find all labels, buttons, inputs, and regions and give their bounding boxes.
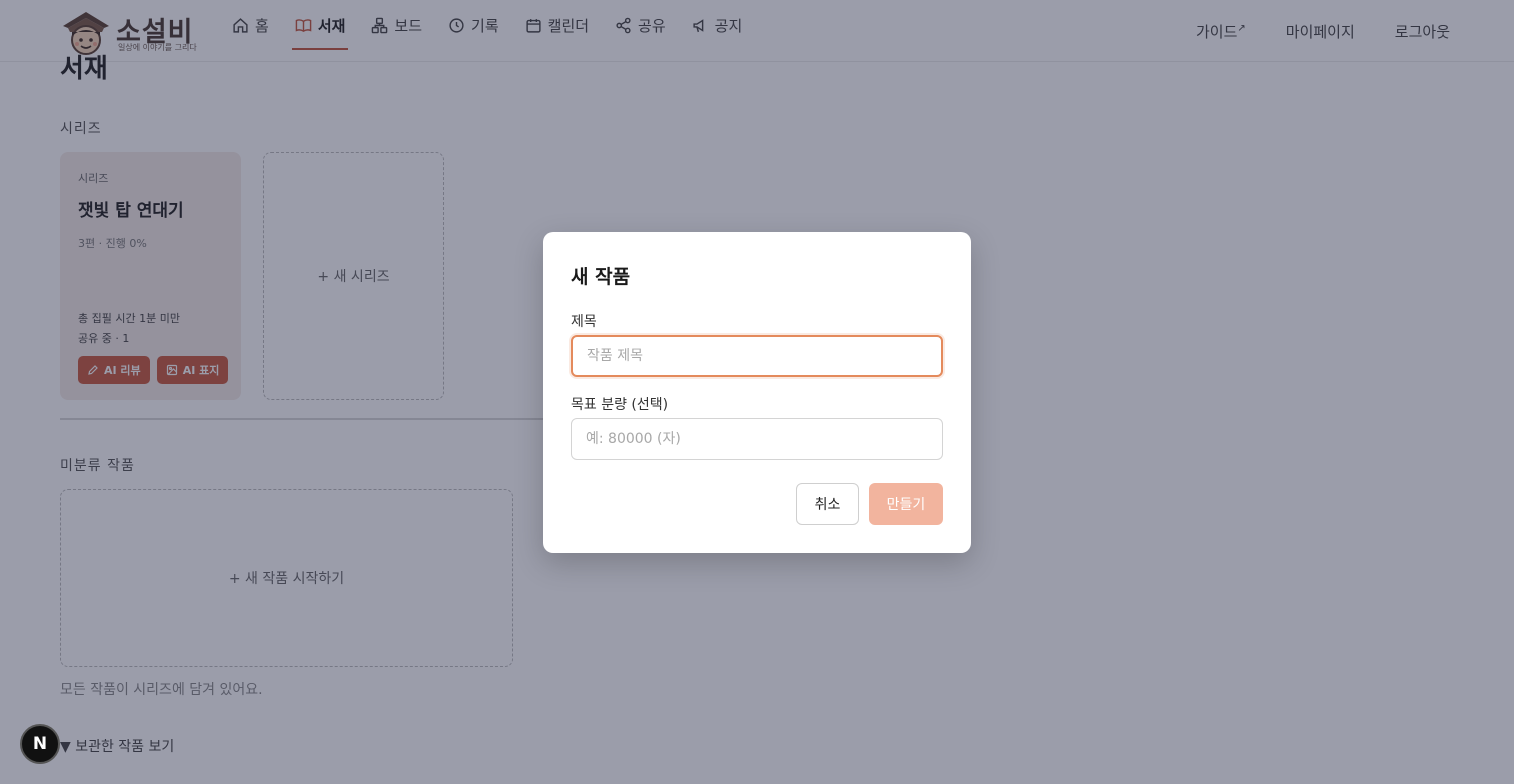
goal-field-label: 목표 분량 (선택) <box>571 397 669 413</box>
new-work-dialog: 새 작품 제목 목표 분량 (선택) 취소 만들기 <box>543 232 971 553</box>
create-button[interactable]: 만들기 <box>869 483 943 525</box>
cancel-button[interactable]: 취소 <box>796 483 859 525</box>
dialog-title: 새 작품 <box>571 266 631 288</box>
goal-input[interactable] <box>571 418 943 460</box>
dev-tools-badge[interactable]: N <box>20 724 60 764</box>
title-field-label: 제목 <box>571 314 597 330</box>
title-input[interactable] <box>571 335 943 377</box>
